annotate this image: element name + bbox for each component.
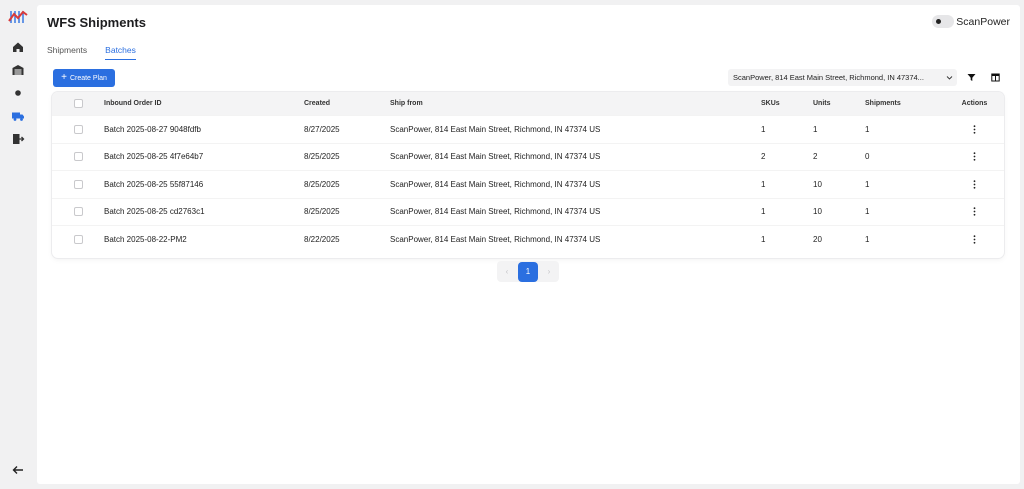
cell-inbound-order-id: Batch 2025-08-22-PM2 — [104, 234, 187, 244]
cell-skus: 1 — [761, 124, 766, 134]
sidebar — [0, 0, 36, 489]
arrow-left-icon[interactable] — [11, 463, 25, 477]
create-plan-button[interactable]: + Create Plan — [53, 69, 115, 87]
plus-icon: + — [61, 72, 67, 83]
table-row[interactable]: Batch 2025-08-22-PM2 8/22/2025 ScanPower… — [52, 225, 1004, 253]
column-header-ship-from[interactable]: Ship from — [390, 100, 761, 107]
table-row[interactable]: Batch 2025-08-25 55f87146 8/25/2025 Scan… — [52, 170, 1004, 198]
more-actions-icon[interactable] — [973, 180, 976, 189]
cell-skus: 1 — [761, 234, 766, 244]
cell-units: 1 — [813, 124, 818, 134]
scanpower-logo-icon[interactable] — [8, 9, 28, 25]
sidebar-item-home[interactable] — [11, 40, 25, 54]
more-actions-icon[interactable] — [973, 152, 976, 161]
cell-units: 10 — [813, 207, 822, 217]
more-actions-icon[interactable] — [973, 235, 976, 244]
column-header-units[interactable]: Units — [813, 100, 865, 107]
more-actions-icon[interactable] — [973, 207, 976, 216]
cell-ship-from: ScanPower, 814 East Main Street, Richmon… — [390, 179, 601, 189]
column-header-shipments[interactable]: Shipments — [865, 100, 945, 107]
batches-table: Inbound Order ID Created Ship from SKUs … — [52, 92, 1004, 258]
cell-inbound-order-id: Batch 2025-08-25 55f87146 — [104, 179, 204, 189]
cell-inbound-order-id: Batch 2025-08-25 cd2763c1 — [104, 207, 205, 217]
table-row[interactable]: Batch 2025-08-25 4f7e64b7 8/25/2025 Scan… — [52, 142, 1004, 171]
warehouse-icon — [12, 65, 24, 75]
filter-icon[interactable] — [967, 73, 976, 82]
cell-skus: 1 — [761, 207, 766, 217]
cell-shipments: 1 — [865, 234, 870, 244]
tab-shipments[interactable]: Shipments — [47, 45, 87, 60]
address-select-value: ScanPower, 814 East Main Street, Richmon… — [733, 73, 924, 82]
sidebar-item-shipments[interactable] — [11, 109, 25, 123]
cell-shipments: 1 — [865, 124, 870, 134]
cell-created: 8/27/2025 — [304, 124, 340, 134]
cell-created: 8/25/2025 — [304, 179, 340, 189]
cell-shipments: 1 — [865, 207, 870, 217]
cell-skus: 1 — [761, 179, 766, 189]
home-icon — [13, 42, 23, 52]
next-page-button[interactable]: › — [542, 267, 556, 276]
row-checkbox[interactable] — [73, 207, 83, 217]
logout-icon — [13, 134, 25, 144]
sidebar-item-dot[interactable] — [11, 86, 25, 100]
row-checkbox[interactable] — [73, 152, 83, 162]
row-checkbox[interactable] — [73, 234, 83, 244]
sidebar-item-logout[interactable] — [11, 132, 25, 146]
cell-inbound-order-id: Batch 2025-08-25 4f7e64b7 — [104, 152, 204, 162]
tabs: Shipments Batches — [47, 45, 136, 60]
column-header-inbound-order-id[interactable]: Inbound Order ID — [104, 100, 304, 107]
ship-from-address-select[interactable]: ScanPower, 814 East Main Street, Richmon… — [728, 69, 957, 86]
cell-ship-from: ScanPower, 814 East Main Street, Richmon… — [390, 152, 601, 162]
more-actions-icon[interactable] — [973, 125, 976, 134]
row-checkbox[interactable] — [73, 124, 83, 134]
cell-created: 8/25/2025 — [304, 207, 340, 217]
cell-units: 20 — [813, 234, 822, 244]
cell-created: 8/22/2025 — [304, 234, 340, 244]
prev-page-button[interactable]: ‹ — [500, 267, 514, 276]
cell-ship-from: ScanPower, 814 East Main Street, Richmon… — [390, 234, 601, 244]
columns-icon[interactable] — [991, 73, 1000, 82]
create-plan-label: Create Plan — [69, 74, 107, 82]
chevron-down-icon — [946, 76, 953, 80]
cell-ship-from: ScanPower, 814 East Main Street, Richmon… — [390, 124, 601, 134]
dark-mode-toggle[interactable] — [932, 15, 954, 28]
cell-inbound-order-id: Batch 2025-08-27 9048fdfb — [104, 124, 201, 134]
truck-icon — [12, 112, 24, 121]
column-header-created[interactable]: Created — [304, 100, 390, 107]
cell-skus: 2 — [761, 152, 766, 162]
cell-units: 10 — [813, 179, 822, 189]
cell-created: 8/25/2025 — [304, 152, 340, 162]
column-header-skus[interactable]: SKUs — [761, 100, 813, 107]
table-row[interactable]: Batch 2025-08-25 cd2763c1 8/25/2025 Scan… — [52, 197, 1004, 226]
brand-name: ScanPower — [956, 16, 1010, 28]
sidebar-item-warehouse[interactable] — [11, 63, 25, 77]
cell-units: 2 — [813, 152, 818, 162]
cell-ship-from: ScanPower, 814 East Main Street, Richmon… — [390, 207, 601, 217]
table-header: Inbound Order ID Created Ship from SKUs … — [52, 92, 1004, 115]
cell-shipments: 0 — [865, 152, 870, 162]
table-row[interactable]: Batch 2025-08-27 9048fdfb 8/27/2025 Scan… — [52, 115, 1004, 143]
select-all-checkbox[interactable] — [73, 99, 83, 108]
pagination: ‹ 1 › — [497, 261, 559, 282]
column-header-actions: Actions — [961, 100, 988, 107]
main-panel: WFS Shipments ScanPower Shipments Batche… — [37, 5, 1020, 484]
toggle-knob — [936, 19, 941, 24]
page-title: WFS Shipments — [47, 15, 146, 30]
dot-icon — [15, 90, 21, 96]
row-checkbox[interactable] — [73, 179, 83, 189]
cell-shipments: 1 — [865, 179, 870, 189]
tab-batches[interactable]: Batches — [105, 45, 136, 60]
page-button-current[interactable]: 1 — [518, 261, 538, 282]
